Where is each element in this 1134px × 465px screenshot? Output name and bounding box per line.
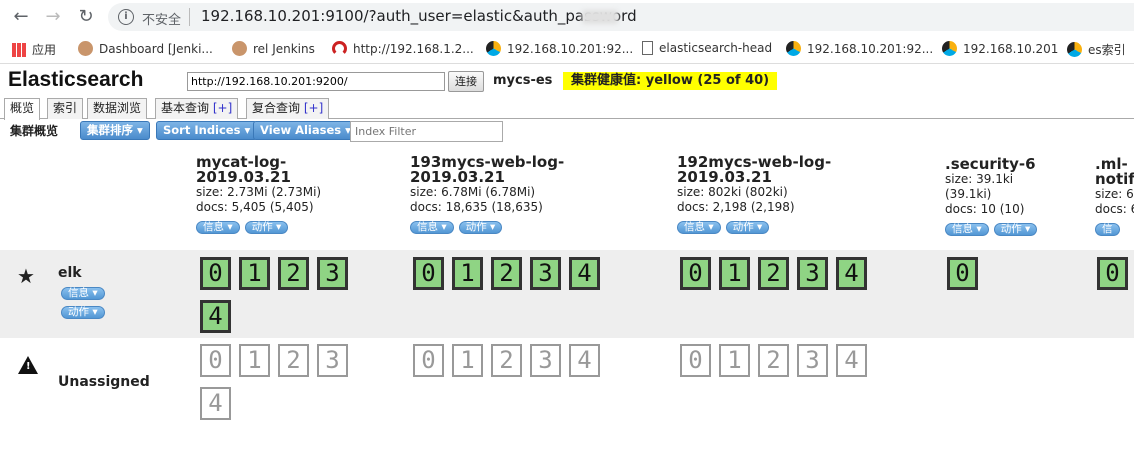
connect-url-input[interactable] [187, 72, 445, 91]
unassigned-shard[interactable]: 3 [797, 344, 828, 377]
shard-box[interactable]: 2 [758, 257, 789, 290]
info-icon[interactable]: i [118, 9, 134, 25]
page-icon [642, 41, 653, 55]
shard-box[interactable]: 1 [239, 257, 270, 290]
index-action-button[interactable]: 动作 ▾ [993, 223, 1038, 236]
bookmark-http[interactable]: http://192.168.1.2... [332, 41, 474, 56]
address-divider [189, 8, 190, 26]
index-info-button[interactable]: 信息 ▾ [945, 223, 989, 236]
bookmark-apps[interactable]: 应用 [12, 41, 56, 58]
apps-grid-icon [12, 42, 26, 57]
elastic-icon [486, 41, 501, 56]
index-info-button[interactable]: 信息 ▾ [677, 221, 721, 234]
index-filter-input[interactable] [350, 121, 503, 142]
bookmark-elasticsearch-head[interactable]: elasticsearch-head [642, 41, 772, 55]
back-arrow-icon[interactable]: ← [10, 6, 32, 28]
index-header-193mycs: 193mycs-web-log- 2019.03.21 size: 6.78Mi… [410, 153, 565, 234]
node-action-button[interactable]: 动作 ▾ [61, 306, 105, 319]
shard-box[interactable]: 0 [947, 257, 978, 290]
cluster-health-badge: 集群健康值: yellow (25 of 40) [563, 72, 778, 90]
shard-box[interactable]: 3 [530, 257, 561, 290]
unassigned-shard[interactable]: 1 [452, 344, 483, 377]
bookmark-dashboard[interactable]: Dashboard [Jenki... [78, 41, 213, 56]
url-text[interactable]: 192.168.10.201:9100/?auth_user=elastic&a… [201, 7, 637, 25]
shard-box[interactable]: 2 [491, 257, 522, 290]
node-name: elk [58, 265, 82, 281]
warning-mark: ! [26, 361, 31, 372]
jenkins-icon [232, 41, 247, 56]
redacted-password [582, 10, 618, 24]
index-info-button[interactable]: 信息 ▾ [196, 221, 240, 234]
index-header-ml: .ml- notif size: 6 docs: 6 信 [1095, 157, 1134, 236]
sort-cluster-button[interactable]: 集群排序 ▾ [80, 121, 150, 140]
bookmark-rel-jenkins[interactable]: rel Jenkins [232, 41, 315, 56]
index-header-192mycs: 192mycs-web-log- 2019.03.21 size: 802ki … [677, 153, 832, 234]
shard-box[interactable]: 0 [1097, 257, 1128, 290]
unassigned-shard[interactable]: 1 [719, 344, 750, 377]
tab-browser[interactable]: 数据浏览 [87, 98, 148, 119]
node-info-button[interactable]: 信息 ▾ [61, 287, 105, 300]
elastic-icon [786, 41, 801, 56]
cluster-name: mycs-es [493, 73, 553, 88]
unassigned-shard[interactable]: 1 [239, 344, 270, 377]
elastic-icon [942, 41, 957, 56]
unassigned-shard[interactable]: 0 [200, 344, 231, 377]
bookmark-es-index[interactable]: es索引 [1067, 41, 1126, 58]
elastic-icon [1067, 42, 1082, 57]
unassigned-shard[interactable]: 2 [278, 344, 309, 377]
unassigned-shard[interactable]: 3 [530, 344, 561, 377]
tab-basic-query[interactable]: 基本查询 [+] [155, 98, 239, 119]
shard-box[interactable]: 3 [317, 257, 348, 290]
connect-button[interactable]: 连接 [448, 71, 484, 92]
star-icon: ★ [17, 264, 35, 288]
shard-box[interactable]: 0 [413, 257, 444, 290]
shard-box[interactable]: 4 [569, 257, 600, 290]
unassigned-shard[interactable]: 4 [569, 344, 600, 377]
unassigned-shard[interactable]: 2 [491, 344, 522, 377]
shard-box[interactable]: 4 [836, 257, 867, 290]
reload-icon[interactable]: ↻ [75, 6, 97, 28]
unassigned-label: Unassigned [58, 374, 150, 390]
tab-overview[interactable]: 概览 [4, 98, 41, 120]
shard-box[interactable]: 1 [452, 257, 483, 290]
tab-complex-query[interactable]: 复合查询 [+] [246, 98, 330, 119]
index-header-mycat: mycat-log- 2019.03.21 size: 2.73Mi (2.73… [196, 153, 322, 234]
shard-box[interactable]: 3 [797, 257, 828, 290]
unassigned-shard[interactable]: 4 [200, 387, 231, 420]
shard-box[interactable]: 0 [200, 257, 231, 290]
shard-box[interactable]: 4 [200, 300, 231, 333]
app-title: Elasticsearch [8, 68, 144, 91]
cluster-overview-label: 集群概览 [10, 124, 59, 138]
view-aliases-button[interactable]: View Aliases ▾ [253, 121, 358, 140]
shard-box[interactable]: 1 [719, 257, 750, 290]
unassigned-shard[interactable]: 4 [836, 344, 867, 377]
sort-indices-button[interactable]: Sort Indices ▾ [156, 121, 258, 140]
bookmark-es-3[interactable]: 192.168.10.201 [942, 41, 1058, 56]
unassigned-shard[interactable]: 0 [680, 344, 711, 377]
unassigned-shard[interactable]: 3 [317, 344, 348, 377]
index-info-button[interactable]: 信 [1095, 223, 1120, 236]
bookmark-es-1[interactable]: 192.168.10.201:92... [486, 41, 633, 56]
index-info-button[interactable]: 信息 ▾ [410, 221, 454, 234]
insecure-label: 不安全 [142, 13, 182, 28]
index-action-button[interactable]: 动作 ▾ [244, 221, 289, 234]
tab-indices[interactable]: 索引 [47, 98, 84, 119]
unassigned-shard[interactable]: 2 [758, 344, 789, 377]
bookmark-es-2[interactable]: 192.168.10.201:92... [786, 41, 933, 56]
index-action-button[interactable]: 动作 ▾ [725, 221, 770, 234]
index-action-button[interactable]: 动作 ▾ [458, 221, 503, 234]
jenkins-icon [78, 41, 93, 56]
shard-box[interactable]: 0 [680, 257, 711, 290]
shard-box[interactable]: 2 [278, 257, 309, 290]
index-header-security: .security-6 size: 39.1ki (39.1ki) docs: … [945, 155, 1038, 236]
arc-icon [332, 41, 347, 56]
unassigned-shard[interactable]: 0 [413, 344, 444, 377]
forward-arrow-icon[interactable]: → [42, 6, 64, 28]
